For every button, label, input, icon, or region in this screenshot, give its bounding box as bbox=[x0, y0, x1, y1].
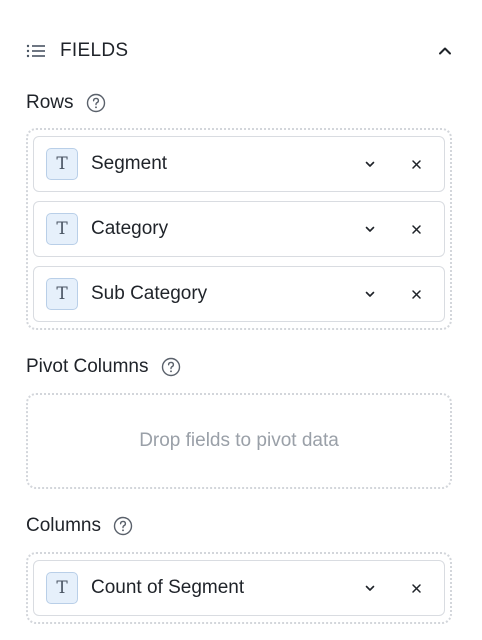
field-options-button[interactable] bbox=[358, 152, 382, 176]
drop-placeholder: Drop fields to pivot data bbox=[139, 430, 339, 451]
field-label: Sub Category bbox=[91, 283, 208, 304]
field-chip[interactable]: T Category bbox=[33, 201, 445, 257]
pivot-columns-label: Pivot Columns bbox=[26, 356, 149, 377]
fields-panel-header[interactable]: FIELDS bbox=[26, 36, 456, 66]
list-icon bbox=[26, 44, 45, 58]
field-label: Category bbox=[91, 218, 169, 239]
columns-label: Columns bbox=[26, 515, 101, 536]
field-label: Segment bbox=[91, 153, 168, 174]
remove-field-button[interactable] bbox=[404, 576, 428, 600]
close-icon bbox=[411, 224, 421, 234]
close-icon bbox=[411, 289, 421, 299]
field-options-button[interactable] bbox=[358, 217, 382, 241]
rows-label: Rows bbox=[26, 92, 74, 113]
rows-section-label: Rows bbox=[26, 90, 106, 116]
help-icon[interactable] bbox=[113, 516, 133, 536]
field-chip[interactable]: T Sub Category bbox=[33, 266, 445, 322]
chevron-down-icon bbox=[365, 585, 375, 591]
help-icon[interactable] bbox=[86, 93, 106, 113]
text-type-icon: T bbox=[46, 278, 78, 310]
panel-title: FIELDS bbox=[60, 40, 129, 61]
remove-field-button[interactable] bbox=[404, 217, 428, 241]
chevron-up-icon bbox=[439, 47, 451, 55]
field-label: Count of Segment bbox=[91, 577, 245, 598]
help-icon[interactable] bbox=[161, 357, 181, 377]
text-type-icon: T bbox=[46, 148, 78, 180]
pivot-columns-drop-zone[interactable]: Drop fields to pivot data bbox=[26, 393, 452, 489]
remove-field-button[interactable] bbox=[404, 152, 428, 176]
rows-drop-zone[interactable]: T Segment T Category T Sub Category bbox=[26, 128, 452, 330]
remove-field-button[interactable] bbox=[404, 282, 428, 306]
chevron-down-icon bbox=[365, 291, 375, 297]
chevron-down-icon bbox=[365, 161, 375, 167]
field-chip[interactable]: T Count of Segment bbox=[33, 560, 445, 616]
text-type-icon: T bbox=[46, 572, 78, 604]
close-icon bbox=[411, 159, 421, 169]
field-options-button[interactable] bbox=[358, 282, 382, 306]
columns-drop-zone[interactable]: T Count of Segment bbox=[26, 552, 452, 624]
text-type-icon: T bbox=[46, 213, 78, 245]
field-options-button[interactable] bbox=[358, 576, 382, 600]
close-icon bbox=[411, 583, 421, 593]
pivot-columns-section-label: Pivot Columns bbox=[26, 354, 181, 380]
field-chip[interactable]: T Segment bbox=[33, 136, 445, 192]
columns-section-label: Columns bbox=[26, 513, 133, 539]
chevron-down-icon bbox=[365, 226, 375, 232]
collapse-button[interactable] bbox=[434, 40, 456, 62]
